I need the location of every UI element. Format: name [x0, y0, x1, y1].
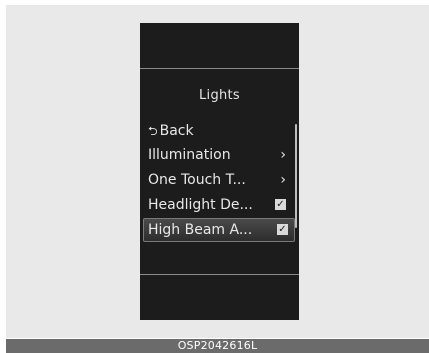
figure-frame: Lights ⮌ Back Illumination › One Touch T.… [0, 0, 429, 353]
menu-item-illumination[interactable]: Illumination › [144, 144, 292, 166]
menu-title: Lights [198, 88, 241, 103]
scrollbar[interactable] [295, 124, 297, 228]
menu-item-headlight-delay-label: Headlight De... [148, 197, 253, 213]
cluster-display: Lights ⮌ Back Illumination › One Touch T.… [140, 23, 299, 320]
menu-item-back[interactable]: ⮌ Back [144, 120, 292, 142]
chevron-right-icon: › [280, 147, 286, 163]
menu-item-high-beam-assist-label: High Beam A... [148, 222, 253, 238]
menu-item-one-touch[interactable]: One Touch T... › [144, 169, 292, 191]
top-divider [140, 68, 299, 69]
menu-item-illumination-label: Illumination [148, 147, 231, 163]
menu-item-back-label: Back [159, 123, 194, 139]
chevron-right-icon: › [280, 172, 286, 188]
checkbox-checked-icon[interactable]: ✓ [277, 223, 288, 235]
menu-item-headlight-delay[interactable]: Headlight De... ✓ [144, 194, 292, 216]
bottom-divider [140, 274, 299, 275]
figure-caption: OSP2042616L [6, 339, 429, 353]
checkbox-checked-icon[interactable]: ✓ [275, 198, 286, 210]
menu-item-one-touch-label: One Touch T... [148, 172, 246, 188]
back-arrow-icon: ⮌ [148, 124, 158, 138]
menu-item-high-beam-assist[interactable]: High Beam A... ✓ [143, 218, 295, 242]
